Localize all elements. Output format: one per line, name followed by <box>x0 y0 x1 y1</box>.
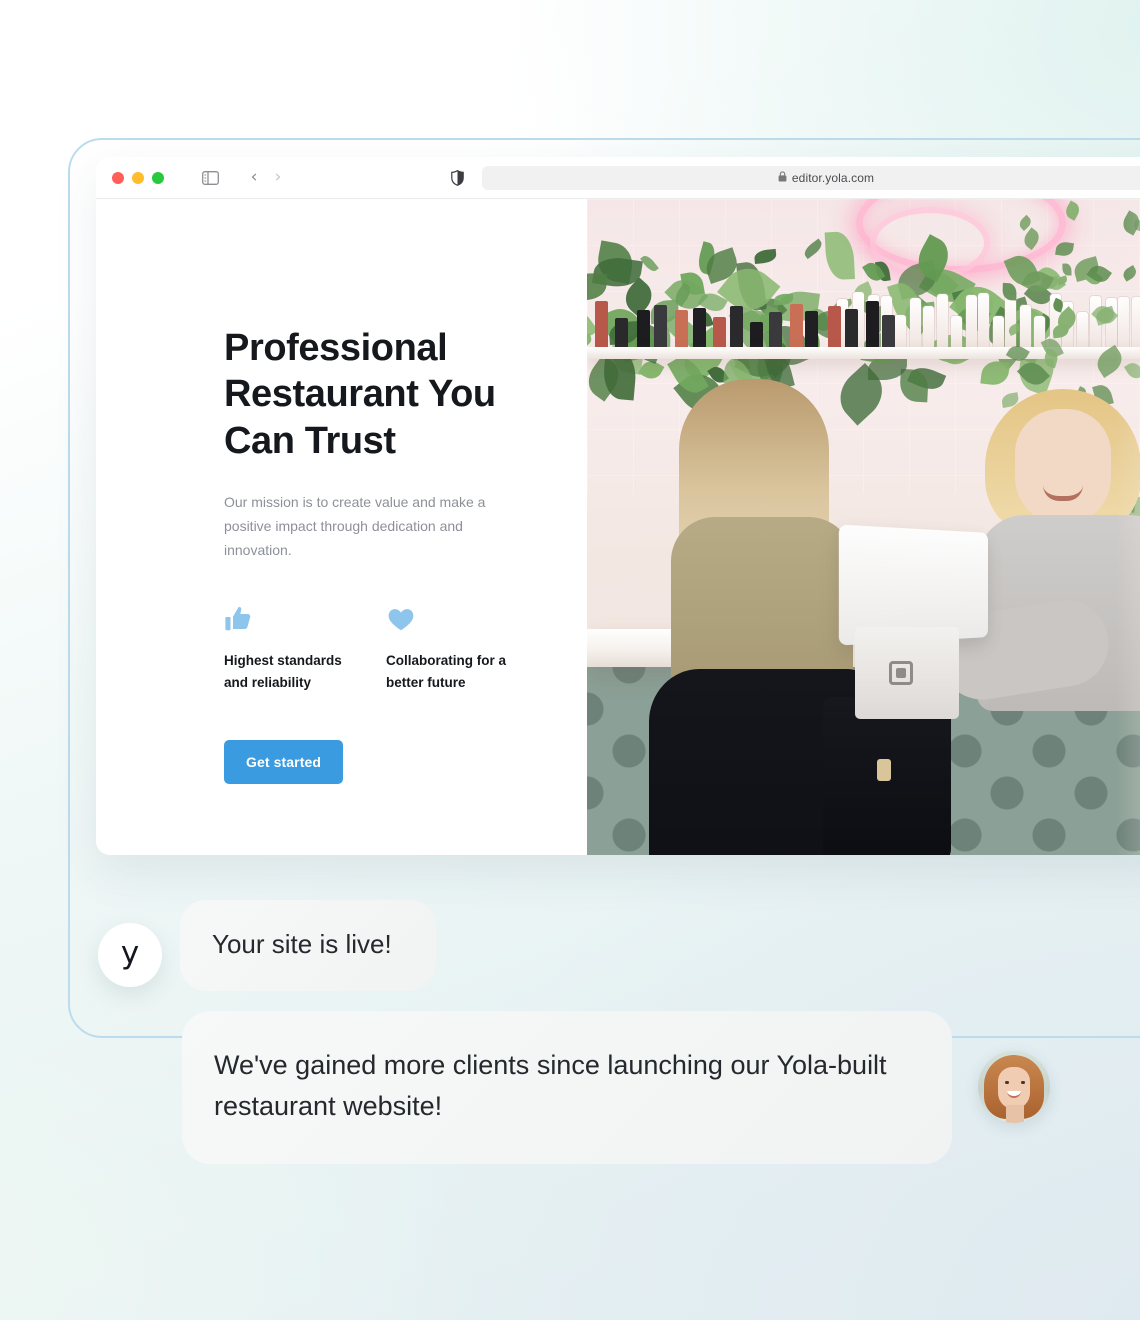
photo-staff-face <box>1015 409 1111 525</box>
avatar-neck <box>1006 1105 1024 1124</box>
url-text: editor.yola.com <box>791 170 875 185</box>
browser-toolbar: ‹ › editor.yola.com <box>96 157 1140 199</box>
lock-icon <box>778 169 787 187</box>
close-button[interactable] <box>112 171 124 184</box>
chat-section: y Your site is live! We've gained more c… <box>0 900 1140 1165</box>
get-started-button[interactable]: Get started <box>224 739 344 784</box>
avatar-face <box>998 1067 1030 1110</box>
forward-button[interactable]: › <box>269 169 287 186</box>
photo-customer-sweater <box>671 517 853 693</box>
feature-item: Highest standards and reliability <box>224 604 386 693</box>
navigation-arrows[interactable]: ‹ › <box>245 169 287 186</box>
user-avatar <box>978 1051 1050 1124</box>
minimize-button[interactable] <box>132 171 144 184</box>
browser-window: ‹ › editor.yola.com Professional Restaur… <box>96 157 1140 855</box>
photo-edge-fade <box>1116 199 1140 855</box>
feature-item: Collaborating for a better future <box>386 604 548 693</box>
user-message-bubble: We've gained more clients since launchin… <box>182 1010 952 1165</box>
photo-handbag-clasp <box>877 759 891 781</box>
heart-icon <box>386 604 548 634</box>
hero-feature-list: Highest standards and reliability Collab… <box>224 604 587 693</box>
feature-label: Collaborating for a better future <box>386 653 507 690</box>
maximize-button[interactable] <box>152 171 164 184</box>
yola-logo-avatar: y <box>98 922 162 987</box>
sidebar-toggle-icon[interactable] <box>202 170 219 185</box>
feature-label: Highest standards and reliability <box>224 653 342 690</box>
site-viewport: Professional Restaurant You Can Trust Ou… <box>96 199 1140 855</box>
thumbs-up-icon <box>224 604 386 634</box>
hero-title: Professional Restaurant You Can Trust <box>224 327 496 462</box>
photo-pos-logo-dot <box>896 668 906 678</box>
hero-text-column: Professional Restaurant You Can Trust Ou… <box>96 199 587 855</box>
privacy-shield-icon[interactable] <box>451 169 464 186</box>
agent-message-bubble: Your site is live! <box>180 900 436 991</box>
yola-logo-letter: y <box>120 935 140 971</box>
chat-message-agent: y Your site is live! <box>0 900 1140 991</box>
hero-photo <box>587 199 1140 855</box>
chat-message-user: We've gained more clients since launchin… <box>0 1010 1140 1165</box>
back-button[interactable]: ‹ <box>245 169 263 186</box>
hero-subtitle: Our mission is to create value and make … <box>224 494 486 559</box>
address-bar[interactable]: editor.yola.com <box>482 165 1140 190</box>
window-controls[interactable] <box>112 171 164 184</box>
